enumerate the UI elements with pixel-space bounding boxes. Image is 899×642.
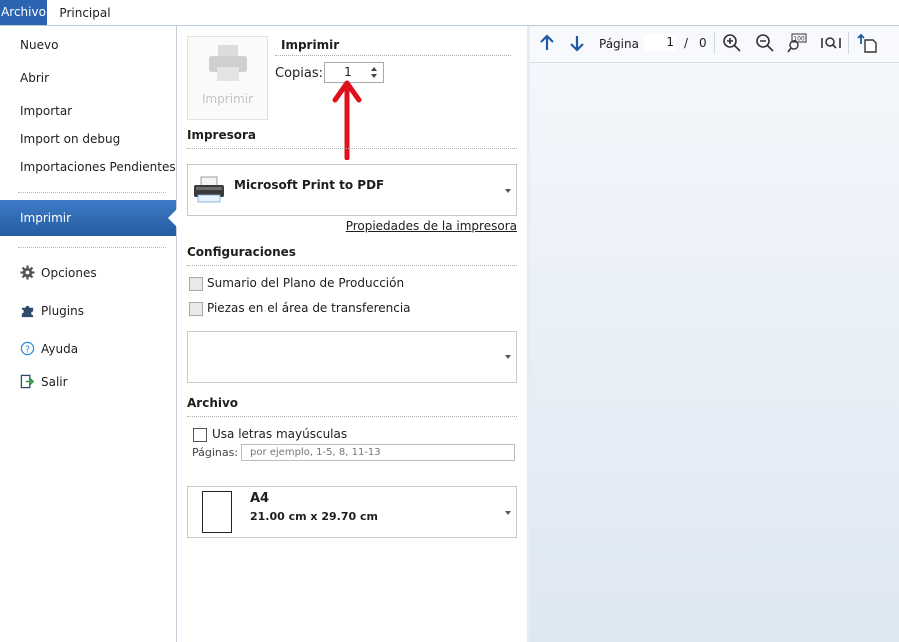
preview-toolbar: Página 1 / 0 100 xyxy=(530,26,899,63)
printer-icon xyxy=(209,45,247,81)
svg-text:?: ? xyxy=(25,344,30,355)
arrow-up-icon[interactable] xyxy=(536,32,558,54)
nav-ayuda[interactable]: Ayuda xyxy=(41,342,78,356)
nav-opciones[interactable]: Opciones xyxy=(41,266,97,280)
option-label: Sumario del Plano de Producción xyxy=(207,276,405,290)
arrow-down-icon[interactable] xyxy=(566,32,588,54)
nav-imprimir[interactable]: Imprimir xyxy=(0,200,177,236)
paper-dimensions: 21.00 cm x 29.70 cm xyxy=(250,510,378,523)
nav-divider xyxy=(18,247,166,248)
page-label: Página xyxy=(599,37,639,51)
option-checkbox[interactable] xyxy=(189,277,203,291)
tab-archivo[interactable]: Archivo xyxy=(0,0,47,25)
printer-section-title: Impresora xyxy=(187,128,257,142)
nav-divider xyxy=(18,192,166,193)
pages-input[interactable] xyxy=(241,444,515,461)
toolbar-separator xyxy=(714,32,715,54)
printer-properties-link[interactable]: Propiedades de la impresora xyxy=(346,219,517,233)
nav-import-on-debug[interactable]: Import on debug xyxy=(20,132,120,146)
zoom-fit-icon[interactable] xyxy=(820,32,842,54)
section-divider xyxy=(187,265,517,266)
print-preview-area[interactable] xyxy=(530,26,899,642)
export-page-icon[interactable] xyxy=(857,32,879,54)
uppercase-checkbox[interactable] xyxy=(193,428,207,442)
paper-name: A4 xyxy=(250,491,270,506)
backstage-nav: Nuevo Abrir Importar Import on debug Imp… xyxy=(0,26,177,642)
option-label: Piezas en el área de transferencia xyxy=(207,301,411,315)
zoom-in-icon[interactable] xyxy=(721,32,743,54)
settings-section-title: Configuraciones xyxy=(187,245,296,259)
settings-dropdown[interactable] xyxy=(187,331,517,383)
page-icon xyxy=(202,491,232,533)
toolbar-separator xyxy=(848,32,849,54)
zoom-100-icon[interactable]: 100 xyxy=(786,32,808,54)
nav-importaciones-pendientes[interactable]: Importaciones Pendientes xyxy=(20,160,176,174)
copies-value: 1 xyxy=(344,65,352,79)
option-checkbox[interactable] xyxy=(189,302,203,316)
chevron-down-icon[interactable] xyxy=(371,74,377,78)
section-divider xyxy=(187,416,517,417)
printer-name: Microsoft Print to PDF xyxy=(234,178,385,192)
help-icon: ? xyxy=(20,341,35,355)
print-button[interactable]: Imprimir xyxy=(187,36,268,120)
chevron-down-icon[interactable] xyxy=(505,511,511,515)
file-section-title: Archivo xyxy=(187,396,239,410)
chevron-down-icon[interactable] xyxy=(505,355,511,359)
chevron-up-icon[interactable] xyxy=(371,67,377,71)
page-total: 0 xyxy=(699,36,707,50)
puzzle-icon xyxy=(21,305,34,318)
print-section-title: Imprimir xyxy=(281,38,340,52)
nav-imprimir-label: Imprimir xyxy=(20,211,72,225)
uppercase-label: Usa letras mayúsculas xyxy=(212,427,348,441)
ribbon-tab-bar xyxy=(0,0,899,26)
page-separator: / xyxy=(684,36,689,50)
nav-plugins[interactable]: Plugins xyxy=(41,304,84,318)
section-divider xyxy=(187,148,517,149)
paper-size-dropdown[interactable]: A4 21.00 cm x 29.70 cm xyxy=(187,486,517,538)
nav-salir[interactable]: Salir xyxy=(41,375,68,389)
printer-device-icon xyxy=(194,176,224,203)
selection-notch xyxy=(168,209,177,227)
nav-abrir[interactable]: Abrir xyxy=(20,71,49,85)
page-number-input[interactable]: 1 xyxy=(644,34,676,51)
gear-icon xyxy=(20,265,35,280)
tab-principal[interactable]: Principal xyxy=(52,0,118,25)
exit-icon xyxy=(20,374,35,389)
chevron-down-icon[interactable] xyxy=(505,189,511,193)
pages-label: Páginas: xyxy=(192,446,239,459)
copies-label: Copias: xyxy=(275,66,324,81)
nav-importar[interactable]: Importar xyxy=(20,104,72,118)
section-divider xyxy=(275,55,511,56)
printer-dropdown[interactable]: Microsoft Print to PDF xyxy=(187,164,517,216)
print-button-label: Imprimir xyxy=(201,92,254,106)
zoom-out-icon[interactable] xyxy=(754,32,776,54)
nav-nuevo[interactable]: Nuevo xyxy=(20,38,58,52)
print-settings-pane: Imprimir Imprimir Copias: 1 Impresora Mi… xyxy=(177,26,527,642)
